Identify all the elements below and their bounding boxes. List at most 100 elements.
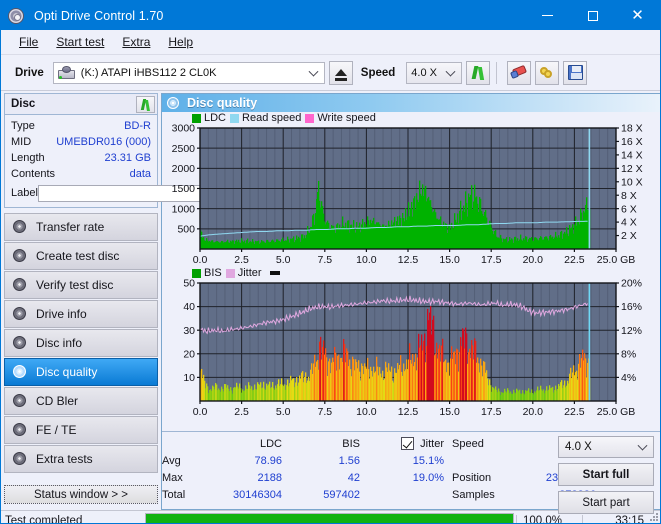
- svg-text:0.0: 0.0: [193, 406, 208, 418]
- sidebar: Disc Type BD-R MID UMEBDR016 (000) Lengt…: [1, 91, 244, 510]
- stats-max-jitter: 19.0%: [412, 471, 444, 484]
- key-button[interactable]: [535, 60, 560, 85]
- svg-text:6 X: 6 X: [621, 203, 637, 215]
- svg-text:4%: 4%: [621, 372, 636, 384]
- menu-start-test[interactable]: Start test: [47, 32, 113, 52]
- disc-info-icon: [12, 306, 28, 322]
- sidebar-item-disc-info[interactable]: Disc info: [4, 329, 158, 357]
- bis-jitter-chart: BIS Jitter 10 20 30 40 50 4% 8% 12% 16% 20% 0.0 2.5…: [164, 267, 658, 419]
- progress-bar-fill: [146, 514, 513, 523]
- drive-select[interactable]: (K:) ATAPI iHBS112 2 CL0K: [52, 61, 325, 84]
- menu-help-label: Help: [168, 35, 194, 49]
- stats-header-row: LDC BIS Jitter Speed 4.19 X: [162, 435, 596, 452]
- start-part-button[interactable]: Start part: [558, 491, 654, 514]
- test-speed-value: 4.0 X: [565, 441, 592, 453]
- jitter-checkbox[interactable]: [401, 437, 415, 450]
- svg-text:20: 20: [183, 348, 195, 360]
- disc-write-icon: [12, 248, 28, 264]
- status-window-button[interactable]: Status window > >: [4, 485, 158, 504]
- erase-button[interactable]: [507, 60, 532, 85]
- start-full-button[interactable]: Start full: [558, 463, 654, 486]
- bis-chart-legend: BIS Jitter: [192, 267, 280, 279]
- stats-col-bis: BIS: [342, 437, 360, 450]
- disc-row-mid: MID UMEBDR016 (000): [11, 134, 151, 150]
- svg-text:14 X: 14 X: [621, 149, 643, 161]
- toolbar-divider: [496, 61, 498, 84]
- jitter-label: Jitter: [420, 437, 444, 450]
- maximize-button[interactable]: [570, 1, 615, 30]
- minimize-button[interactable]: [525, 1, 570, 30]
- svg-text:7.5: 7.5: [317, 254, 332, 266]
- save-button[interactable]: [563, 60, 588, 85]
- svg-text:20.0: 20.0: [523, 254, 544, 266]
- drive-icon: [57, 65, 76, 80]
- svg-text:40: 40: [183, 301, 195, 313]
- eraser-icon: [509, 64, 528, 80]
- jitter-toggle[interactable]: Jitter: [360, 437, 452, 450]
- svg-text:16%: 16%: [621, 301, 642, 313]
- legend-item-ldc: LDC: [192, 112, 226, 124]
- resize-grip-icon[interactable]: [648, 511, 658, 521]
- status-text: Test completed: [5, 514, 83, 524]
- svg-text:7.5: 7.5: [317, 406, 332, 418]
- disc-bler-icon: [12, 393, 28, 409]
- legend-label-write-speed: Write speed: [317, 112, 376, 124]
- refresh-button[interactable]: [466, 60, 491, 85]
- stats-row-avg: Avg 78.96 1.56 15.1%: [162, 452, 596, 469]
- close-button[interactable]: ✕: [615, 1, 660, 30]
- svg-text:20%: 20%: [621, 278, 642, 290]
- disc-label-key: Label: [11, 187, 38, 199]
- svg-text:5.0: 5.0: [276, 254, 291, 266]
- sidebar-item-create-test-disc[interactable]: Create test disc: [4, 242, 158, 270]
- disc-contents-key: Contents: [11, 168, 56, 180]
- disc-length-value: 23.31 GB: [104, 152, 151, 164]
- svg-text:3000: 3000: [172, 123, 196, 135]
- svg-text:2 X: 2 X: [621, 230, 637, 242]
- svg-text:25.0 GB: 25.0 GB: [597, 406, 636, 418]
- disc-row-contents: Contents data: [11, 166, 151, 182]
- speed-select[interactable]: 4.0 X: [406, 61, 463, 84]
- disc-row-type: Type BD-R: [11, 118, 151, 134]
- menu-file[interactable]: File: [10, 32, 47, 52]
- key-icon: [539, 66, 556, 80]
- sidebar-item-drive-info[interactable]: Drive info: [4, 300, 158, 328]
- toolbar: Drive (K:) ATAPI iHBS112 2 CL0K Speed 4.…: [1, 55, 660, 91]
- bis-chart-svg[interactable]: 10 20 30 40 50 4% 8% 12% 16% 20% 0.0 2.5 5.0 7.5 10.0 1…: [164, 267, 658, 419]
- stats-panel: LDC BIS Jitter Speed 4.19 X Avg 78.96: [162, 431, 660, 514]
- stats-avg-jitter: 15.1%: [412, 454, 444, 467]
- menu-help[interactable]: Help: [159, 32, 202, 52]
- sidebar-item-transfer-rate[interactable]: Transfer rate: [4, 213, 158, 241]
- app-window: Opti Drive Control 1.70 ✕ File Start tes…: [0, 0, 661, 524]
- sidebar-item-label: Drive info: [36, 307, 87, 321]
- disc-panel-header: Disc: [5, 94, 157, 115]
- stats-max-bis: 42: [347, 471, 360, 484]
- svg-text:15.0: 15.0: [439, 406, 460, 418]
- svg-text:17.5: 17.5: [481, 254, 502, 266]
- svg-text:10: 10: [183, 372, 195, 384]
- stats-row-head: Avg: [162, 454, 181, 467]
- stats-col-ldc: LDC: [259, 437, 282, 450]
- disc-mid-value: UMEBDR016 (000): [56, 136, 151, 148]
- legend-item-jitter: Jitter: [225, 267, 262, 279]
- chevron-down-icon: [637, 440, 648, 451]
- window-title: Opti Drive Control 1.70: [34, 8, 164, 23]
- stats-avg-bis: 1.56: [338, 454, 360, 467]
- legend-swatch-ldc: [192, 113, 201, 123]
- svg-text:2.5: 2.5: [234, 406, 249, 418]
- minimize-icon: [542, 15, 553, 16]
- ldc-chart-svg[interactable]: 500100015002000250030002 X4 X6 X8 X10 X1…: [164, 112, 658, 267]
- svg-text:10.0: 10.0: [356, 254, 377, 266]
- sidebar-item-cd-bler[interactable]: CD Bler: [4, 387, 158, 415]
- legend-swatch-read-speed: [230, 113, 240, 123]
- test-speed-select[interactable]: 4.0 X: [558, 436, 654, 458]
- sidebar-item-disc-quality[interactable]: Disc quality: [4, 358, 158, 386]
- eject-button[interactable]: [328, 60, 353, 85]
- disc-refresh-button[interactable]: [136, 95, 155, 113]
- sidebar-item-fe-te[interactable]: FE / TE: [4, 416, 158, 444]
- svg-text:1000: 1000: [172, 203, 196, 215]
- disc-fete-icon: [12, 422, 28, 438]
- menu-extra[interactable]: Extra: [113, 32, 159, 52]
- svg-text:15.0: 15.0: [439, 254, 460, 266]
- sidebar-item-verify-test-disc[interactable]: Verify test disc: [4, 271, 158, 299]
- sidebar-item-extra-tests[interactable]: Extra tests: [4, 445, 158, 473]
